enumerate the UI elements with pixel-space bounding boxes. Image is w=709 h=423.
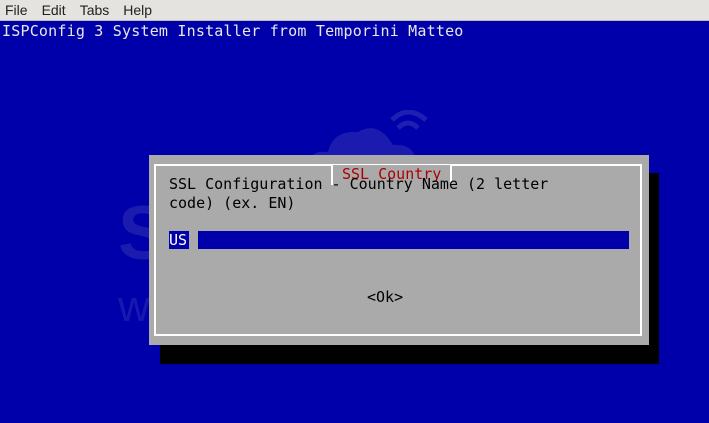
- terminal-title: ISPConfig 3 System Installer from Tempor…: [2, 22, 464, 40]
- dialog-prompt: SSL Configuration - Country Name (2 lett…: [169, 175, 549, 212]
- menu-tabs[interactable]: Tabs: [76, 2, 114, 18]
- menu-file[interactable]: File: [0, 2, 32, 18]
- ssl-country-dialog: SSL Country SSL Configuration - Country …: [149, 155, 649, 345]
- country-input[interactable]: [169, 231, 629, 249]
- menu-edit[interactable]: Edit: [38, 2, 70, 18]
- menu-bar: File Edit Tabs Help: [0, 0, 709, 21]
- menu-help[interactable]: Help: [119, 2, 156, 18]
- text-cursor: [189, 231, 198, 249]
- ok-button[interactable]: <Ok>: [367, 288, 403, 306]
